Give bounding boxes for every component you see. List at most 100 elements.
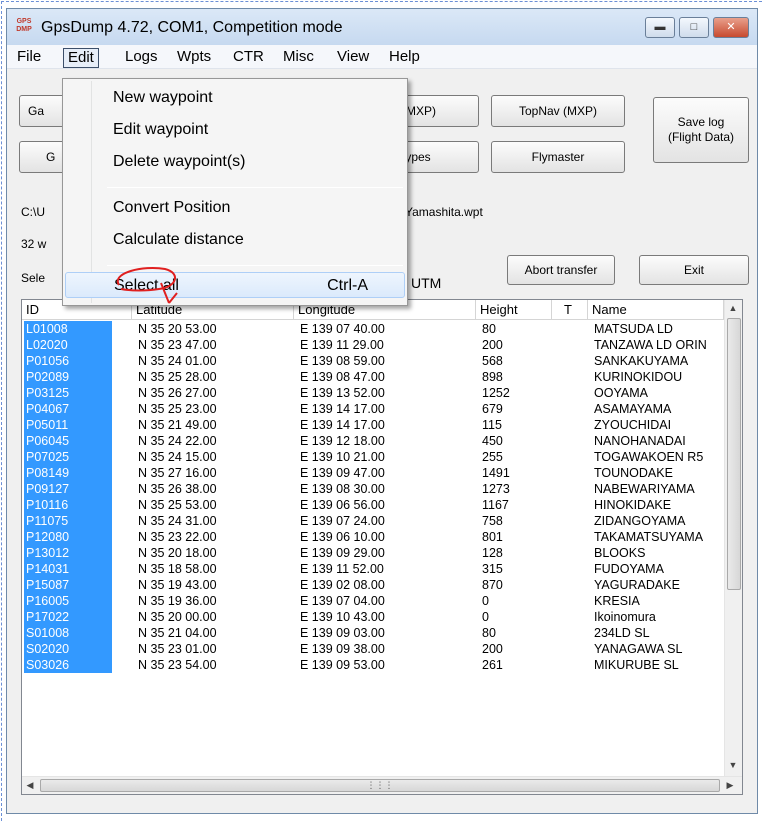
menu-new-waypoint[interactable]: New waypoint [65,85,405,111]
cell-name: HINOKIDAKE [594,498,672,512]
cell-id: P09127 [24,481,112,497]
table-row[interactable]: P10116 N 35 25 53.00 E 139 06 56.00 1167 HIN… [22,497,722,513]
exit-button[interactable]: Exit [639,255,749,285]
scroll-left-icon[interactable]: ◀ [22,780,38,791]
table-row[interactable]: P16005 N 35 19 36.00 E 139 07 04.00 0 KRESIA [22,593,722,609]
cell-longitude: E 139 08 47.00 [300,370,385,384]
menu-edit[interactable]: Edit [63,48,99,68]
menu-ctr[interactable]: CTR [229,48,268,68]
menu-select-all-shortcut: Ctrl-A [327,277,368,294]
cell-height: 0 [482,594,489,608]
table-row[interactable]: P11075 N 35 24 31.00 E 139 07 24.00 758 ZIDA… [22,513,722,529]
cell-longitude: E 139 13 52.00 [300,386,385,400]
cell-longitude: E 139 07 40.00 [300,322,385,336]
table-row[interactable]: L01008 N 35 20 53.00 E 139 07 40.00 80 MATSU… [22,321,722,337]
cell-name: Ikoinomura [594,610,656,624]
cell-latitude: N 35 27 16.00 [138,466,217,480]
table-row[interactable]: S01008 N 35 21 04.00 E 139 09 03.00 80 234LD… [22,625,722,641]
scroll-up-icon[interactable]: ▲ [725,303,741,313]
cell-height: 80 [482,322,496,336]
table-row[interactable]: P12080 N 35 23 22.00 E 139 06 10.00 801 TAKA… [22,529,722,545]
horizontal-scroll-thumb[interactable]: ⋮⋮⋮ [40,779,720,792]
save-log-button[interactable]: Save log (Flight Data) [653,97,749,163]
topnav-mxp-button[interactable]: TopNav (MXP) [491,95,625,127]
cell-latitude: N 35 25 23.00 [138,402,217,416]
cell-id: P11075 [24,513,112,529]
cell-id: P17022 [24,609,112,625]
table-row[interactable]: S02020 N 35 23 01.00 E 139 09 38.00 200 YANA… [22,641,722,657]
cell-name: TAKAMATSUYAMA [594,530,704,544]
table-row[interactable]: P09127 N 35 26 38.00 E 139 08 30.00 1273 NAB… [22,481,722,497]
cell-height: 1491 [482,466,510,480]
cell-height: 870 [482,578,503,592]
close-button[interactable]: ✕ [713,17,749,38]
table-row[interactable]: P08149 N 35 27 16.00 E 139 09 47.00 1491 TOU… [22,465,722,481]
cell-latitude: N 35 23 54.00 [138,658,217,672]
menu-help[interactable]: Help [385,48,424,68]
table-row[interactable]: P01056 N 35 24 01.00 E 139 08 59.00 568 SANK… [22,353,722,369]
waypoint-list[interactable]: ID Latitude Longitude Height T Name L010… [21,299,743,795]
cell-longitude: E 139 08 30.00 [300,482,385,496]
table-row[interactable]: P07025 N 35 24 15.00 E 139 10 21.00 255 TOGA… [22,449,722,465]
menu-logs[interactable]: Logs [121,48,162,68]
cell-name: KRESIA [594,594,640,608]
maximize-button[interactable]: □ [679,17,709,38]
cell-name: NANOHANADAI [594,434,686,448]
cell-height: 255 [482,450,503,464]
cell-id: L01008 [24,321,112,337]
menu-calculate-distance[interactable]: Calculate distance [65,227,405,253]
table-row[interactable]: P15087 N 35 19 43.00 E 139 02 08.00 870 YAGU… [22,577,722,593]
cell-id: P13012 [24,545,112,561]
cell-id: P10116 [24,497,112,513]
table-row[interactable]: S03026 N 35 23 54.00 E 139 09 53.00 261 MIKU… [22,657,722,673]
menu-delete-waypoints[interactable]: Delete waypoint(s) [65,149,405,175]
cell-name: OOYAMA [594,386,648,400]
flymaster-button[interactable]: Flymaster [491,141,625,173]
scroll-down-icon[interactable]: ▼ [725,760,741,770]
cell-name: ZIDANGOYAMA [594,514,686,528]
table-row[interactable]: P06045 N 35 24 22.00 E 139 12 18.00 450 NANO… [22,433,722,449]
cell-longitude: E 139 09 03.00 [300,626,385,640]
menu-misc[interactable]: Misc [279,48,318,68]
menu-convert-position[interactable]: Convert Position [65,195,405,221]
cell-latitude: N 35 23 22.00 [138,530,217,544]
column-header-height[interactable]: Height [476,300,552,320]
cell-longitude: E 139 07 24.00 [300,514,385,528]
cell-height: 568 [482,354,503,368]
menu-view[interactable]: View [333,48,373,68]
vertical-scrollbar[interactable]: ▲ ▼ [724,300,742,778]
table-row[interactable]: P13012 N 35 20 18.00 E 139 09 29.00 128 BLOO… [22,545,722,561]
cell-height: 1252 [482,386,510,400]
menu-file[interactable]: File [13,48,45,68]
cell-longitude: E 139 06 56.00 [300,498,385,512]
horizontal-scrollbar[interactable]: ◀ ⋮⋮⋮ ▶ [22,776,742,794]
cell-latitude: N 35 24 31.00 [138,514,217,528]
menu-edit-waypoint[interactable]: Edit waypoint [65,117,405,143]
cell-longitude: E 139 09 38.00 [300,642,385,656]
cell-latitude: N 35 23 47.00 [138,338,217,352]
vertical-scroll-thumb[interactable] [727,318,741,590]
column-header-name[interactable]: Name [588,300,724,320]
table-row[interactable]: P03125 N 35 26 27.00 E 139 13 52.00 1252 OOY… [22,385,722,401]
menu-wpts[interactable]: Wpts [173,48,215,68]
scroll-right-icon[interactable]: ▶ [722,780,738,791]
cell-id: P01056 [24,353,112,369]
cell-name: KURINOKIDOU [594,370,683,384]
minimize-button[interactable]: ▬ [645,17,675,38]
table-row[interactable]: P17022 N 35 20 00.00 E 139 10 43.00 0 Ikoino… [22,609,722,625]
table-row[interactable]: P05011 N 35 21 49.00 E 139 14 17.00 115 ZYOU… [22,417,722,433]
table-row[interactable]: P02089 N 35 25 28.00 E 139 08 47.00 898 KURI… [22,369,722,385]
table-row[interactable]: P04067 N 35 25 23.00 E 139 14 17.00 679 ASAM… [22,401,722,417]
file-path-right: Yamashita.wpt [405,205,483,219]
cell-name: ZYOUCHIDAI [594,418,672,432]
cell-id: S02020 [24,641,112,657]
table-row[interactable]: L02020 N 35 23 47.00 E 139 11 29.00 200 TANZ… [22,337,722,353]
cell-name: TOUNODAKE [594,466,673,480]
utm-option[interactable]: UTM [411,275,441,291]
cell-id: S01008 [24,625,112,641]
cell-id: P05011 [24,417,112,433]
cell-height: 0 [482,610,489,624]
table-row[interactable]: P14031 N 35 18 58.00 E 139 11 52.00 315 FUDO… [22,561,722,577]
column-header-t[interactable]: T [552,300,588,320]
abort-transfer-button[interactable]: Abort transfer [507,255,615,285]
